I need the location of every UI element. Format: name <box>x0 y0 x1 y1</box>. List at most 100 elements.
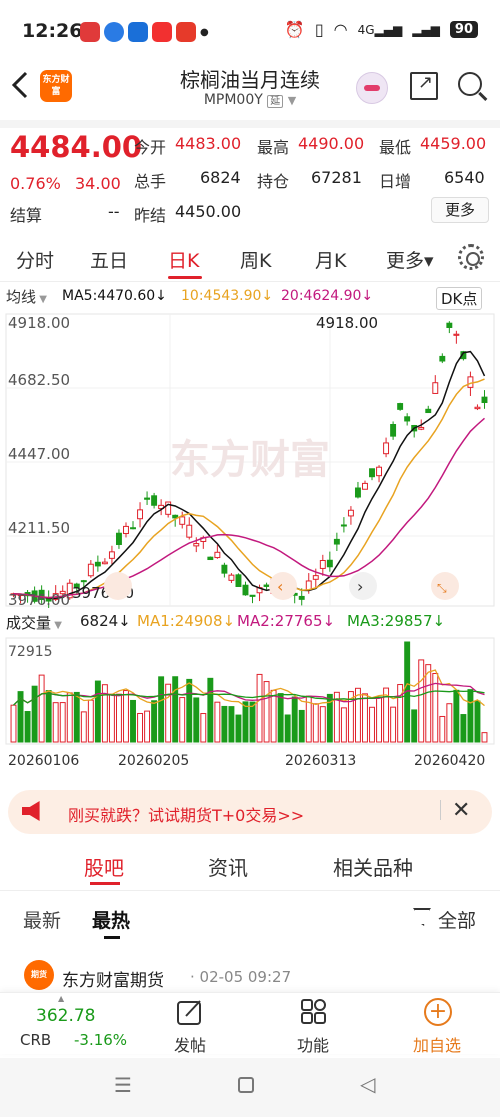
divider <box>440 800 441 820</box>
candle-body <box>87 563 94 577</box>
volume-bar <box>130 699 136 743</box>
avatar[interactable]: 期货 <box>24 960 54 990</box>
promo-text[interactable]: 刚买就跌？试试期货T+0交易>> <box>68 802 304 826</box>
tab-guba[interactable]: 股吧 <box>84 852 124 881</box>
post-button[interactable]: 发帖 <box>174 1032 206 1056</box>
tab-monthly-k[interactable]: 月K <box>315 246 346 273</box>
active-subtab-indicator <box>104 936 120 939</box>
volume-bar <box>214 701 221 743</box>
video-app-icon <box>152 22 172 42</box>
tab-weekly-k[interactable]: 周K <box>240 246 271 273</box>
y-tick-label: 4682.50 <box>8 371 70 389</box>
daily-increase-label: 日增 <box>379 172 412 191</box>
open-value: 4483.00 <box>175 134 242 153</box>
indicator-select[interactable]: 均线 ▼ <box>6 286 47 307</box>
tab-related[interactable]: 相关品种 <box>333 852 413 881</box>
candle-body <box>249 594 256 597</box>
ai-assistant-icon[interactable] <box>356 72 388 104</box>
tab-daily-k[interactable]: 日K <box>168 246 199 273</box>
volume-bar <box>165 683 172 743</box>
volume-value: 6824 <box>200 168 241 187</box>
volume-bar <box>66 692 73 743</box>
close-icon[interactable]: ✕ <box>452 798 470 823</box>
low-value: 4459.00 <box>420 134 487 153</box>
volume-bar <box>467 689 474 743</box>
y-tick-label: 4447.00 <box>8 445 70 463</box>
grid-icon[interactable] <box>300 998 328 1026</box>
volume-bar <box>193 697 200 743</box>
tab-more[interactable]: 更多▾ <box>386 246 434 273</box>
filter-all[interactable]: 全部 <box>438 906 476 933</box>
divider <box>0 120 500 128</box>
open-label: 今开 <box>134 138 167 157</box>
search-icon[interactable] <box>458 72 482 96</box>
candlestick-chart[interactable]: 东方财富 4918.00 4682.50 4447.00 4211.50 397… <box>0 308 500 608</box>
daily-increase-value: 6540 <box>444 168 485 187</box>
volume-bar <box>249 701 256 743</box>
candle-body <box>80 580 87 583</box>
dk-point-button[interactable]: DK点 <box>436 287 483 310</box>
sub-tab-hot[interactable]: 最热 <box>92 906 130 933</box>
candle-body <box>439 355 446 362</box>
candle-body <box>404 416 411 422</box>
active-section-indicator <box>90 882 120 885</box>
menu-icon[interactable]: ☰ <box>114 1073 132 1097</box>
vol-ma3: MA3:29857↓ <box>347 612 446 630</box>
tab-intraday[interactable]: 分时 <box>16 246 54 273</box>
open-interest-value: 67281 <box>311 168 362 187</box>
candle-body <box>369 468 375 478</box>
plus-icon[interactable]: + <box>424 998 452 1026</box>
volume-bar <box>446 703 453 743</box>
share-icon[interactable] <box>410 72 438 100</box>
volume-bar <box>207 677 214 743</box>
candle-body <box>418 426 425 430</box>
add-watchlist-button[interactable]: 加自选 <box>413 1032 461 1056</box>
ma-line-10 <box>13 378 485 599</box>
divider <box>0 890 500 891</box>
function-button[interactable]: 功能 <box>297 1032 329 1056</box>
more-quote-button[interactable]: 更多 <box>431 197 489 223</box>
candle-body <box>376 466 383 477</box>
volume-bar <box>256 673 263 743</box>
ticker-percent[interactable]: -3.16% <box>74 1031 127 1049</box>
candle-body <box>242 584 249 596</box>
ticker-value[interactable]: 362.78 <box>36 1006 95 1026</box>
system-icons: ⏰ ▯ ◠ 4G▂▄▆ ▂▄▆ 90 <box>285 20 478 39</box>
volume-bars <box>10 641 488 743</box>
volume-bar <box>31 685 38 743</box>
volume-chart[interactable]: 72915 20260106 20260205 20260313 2026042… <box>0 634 500 774</box>
tab-five-day[interactable]: 五日 <box>90 246 128 273</box>
volume-indicator-select[interactable]: 成交量 ▼ <box>6 612 62 633</box>
volume-bar <box>263 681 270 743</box>
candle-body <box>115 532 122 545</box>
volume-bar <box>284 714 291 743</box>
low-label: 最低 <box>379 138 412 157</box>
vol-ma1: MA1:24908↓ <box>137 612 236 630</box>
volume-bar <box>242 701 249 743</box>
candle-body <box>123 525 129 535</box>
gear-icon[interactable] <box>458 244 484 270</box>
volume-bar <box>172 676 179 743</box>
candle-body <box>263 584 270 587</box>
candle-body <box>362 482 368 490</box>
volume-bar <box>144 710 151 743</box>
volume-bar <box>45 690 52 743</box>
volume-bar <box>228 706 235 743</box>
candle-body <box>130 527 136 530</box>
volume-bar <box>460 714 467 743</box>
filter-icon[interactable] <box>413 908 431 926</box>
volume-bar <box>38 674 45 743</box>
ticker-name[interactable]: CRB <box>20 1031 51 1049</box>
settle-label: 结算 <box>10 206 43 225</box>
volume-bar <box>179 697 186 743</box>
sub-tab-latest[interactable]: 最新 <box>23 906 61 933</box>
edit-icon[interactable] <box>176 998 204 1026</box>
status-bar: 12:26 ● ⏰ ▯ ◠ 4G▂▄▆ ▂▄▆ 90 <box>0 0 500 64</box>
candle-body <box>151 495 158 506</box>
zoom-icon: ⤡ <box>437 581 447 595</box>
post-author[interactable]: 东方财富期货 <box>62 966 164 991</box>
volume-bar <box>115 693 122 743</box>
tab-news[interactable]: 资讯 <box>208 852 248 881</box>
home-icon[interactable] <box>238 1077 254 1093</box>
back-triangle-icon[interactable]: ◁ <box>360 1072 375 1096</box>
